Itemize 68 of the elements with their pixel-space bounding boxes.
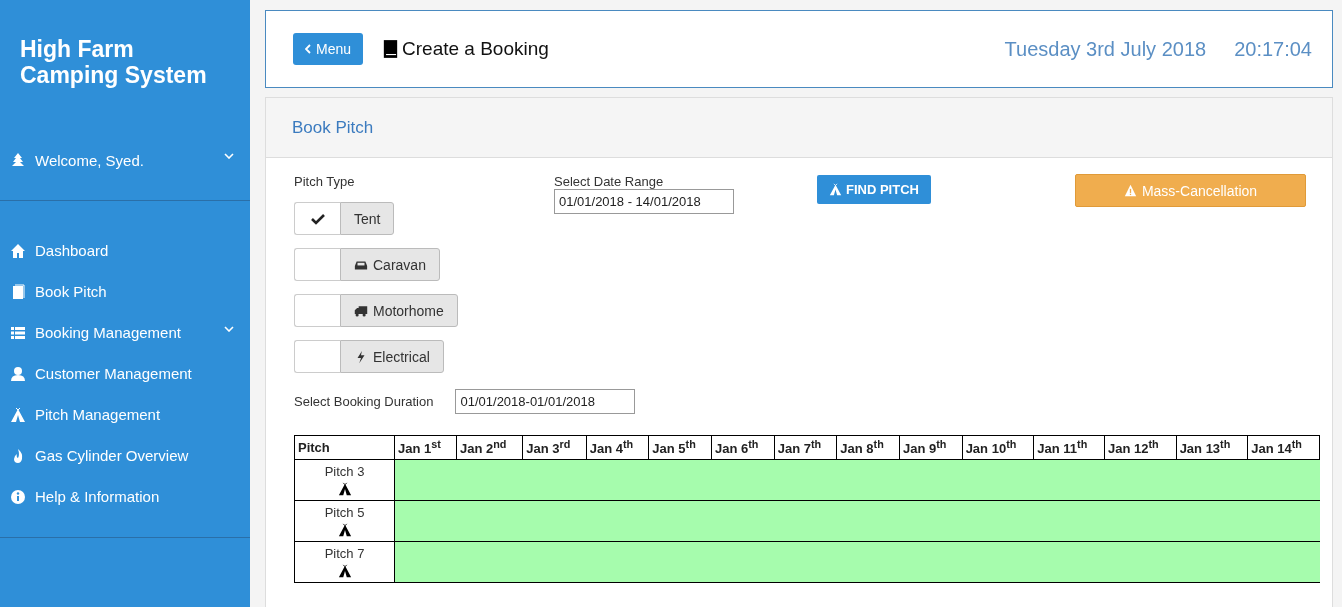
column-header: Jan 7$^{th}$ xyxy=(774,435,837,460)
tent-icon xyxy=(10,406,26,423)
checkbox[interactable] xyxy=(294,340,340,373)
sidebar-item[interactable]: Customer Management xyxy=(35,365,234,382)
panel-title: Book Pitch xyxy=(292,117,374,138)
book-icon xyxy=(10,283,26,300)
chevron-down-icon xyxy=(224,153,234,159)
checkbox[interactable] xyxy=(294,202,340,235)
sidebar-item[interactable]: Booking Management xyxy=(35,324,224,341)
pitch-type-option[interactable]: Motorhome xyxy=(340,294,458,327)
checkbox[interactable] xyxy=(294,248,340,281)
current-time: 20:17:04 xyxy=(1234,37,1312,61)
column-header: Jan 2$^{nd}$ xyxy=(456,435,523,460)
sidebar-item[interactable]: Book Pitch xyxy=(35,283,234,300)
column-header: Jan 1$^{st}$ xyxy=(394,435,457,460)
tent-icon xyxy=(337,564,352,578)
column-header: Pitch xyxy=(294,435,395,460)
current-date: Tuesday 3rd July 2018 xyxy=(1004,37,1207,61)
column-header: Jan 9$^{th}$ xyxy=(899,435,963,460)
warning-icon xyxy=(1123,184,1137,197)
sidebar-item[interactable]: Help & Information xyxy=(35,488,234,505)
pitch-type-option[interactable]: Caravan xyxy=(340,248,440,281)
sidebar-item[interactable]: Gas Cylinder Overview xyxy=(35,447,234,464)
date-range-field[interactable]: 01/01/2018 - 14/01/2018 xyxy=(554,189,734,214)
table-cell: Pitch 5 xyxy=(294,500,395,542)
table-cell: Pitch 3 xyxy=(294,459,395,501)
column-header: Jan 8$^{th}$ xyxy=(836,435,900,460)
tree-icon xyxy=(10,152,26,168)
field-label: Select Date Range xyxy=(554,174,665,189)
pitch-type-option[interactable]: Electrical xyxy=(340,340,444,373)
sidebar-item[interactable]: Pitch Management xyxy=(35,406,234,423)
column-header: Jan 12$^{th}$ xyxy=(1104,435,1177,460)
column-header: Jan 5$^{th}$ xyxy=(648,435,712,460)
tent-icon xyxy=(337,523,352,537)
user-icon xyxy=(10,365,26,382)
welcome-menu[interactable]: Welcome, Syed. xyxy=(35,151,224,169)
chevron-down-icon xyxy=(224,325,234,332)
info-icon xyxy=(10,488,26,505)
tent-icon xyxy=(337,482,352,496)
sidebar-item[interactable]: Dashboard xyxy=(35,242,234,259)
column-header: Jan 13$^{th}$ xyxy=(1176,435,1248,460)
column-header: Jan 3$^{rd}$ xyxy=(522,435,587,460)
book-icon xyxy=(382,39,400,59)
truck-icon xyxy=(354,303,368,318)
mass-cancellation-button[interactable]: Mass-Cancellation xyxy=(1075,174,1306,207)
availability-bar[interactable] xyxy=(394,459,1320,501)
availability-bar[interactable] xyxy=(394,500,1320,542)
column-header: Jan 11$^{th}$ xyxy=(1033,435,1105,460)
menu-button[interactable]: Menu xyxy=(293,33,364,65)
home-icon xyxy=(10,242,26,259)
pitch-type-option[interactable]: Tent xyxy=(340,202,395,235)
column-header: Jan 4$^{th}$ xyxy=(586,435,649,460)
availability-bar[interactable] xyxy=(394,541,1320,583)
field-label: Pitch Type xyxy=(294,174,356,189)
chevron-left-icon xyxy=(305,44,311,54)
app-title: High Farm Camping System xyxy=(20,36,208,88)
checkbox[interactable] xyxy=(294,294,340,327)
column-header: Jan 10$^{th}$ xyxy=(962,435,1034,460)
column-header: Jan 6$^{th}$ xyxy=(711,435,775,460)
booking-duration-field[interactable]: 01/01/2018-01/01/2018 xyxy=(455,389,636,414)
field-label: Select Booking Duration xyxy=(294,394,434,409)
table-cell: Pitch 7 xyxy=(294,541,395,583)
column-header: Jan 14$^{th}$ xyxy=(1247,435,1320,460)
page-title: Create a Booking xyxy=(402,38,549,60)
find-pitch-button[interactable]: FIND PITCH xyxy=(817,175,931,204)
list-icon xyxy=(10,324,26,341)
checkmark-icon xyxy=(310,212,325,225)
tent-icon xyxy=(829,183,842,196)
